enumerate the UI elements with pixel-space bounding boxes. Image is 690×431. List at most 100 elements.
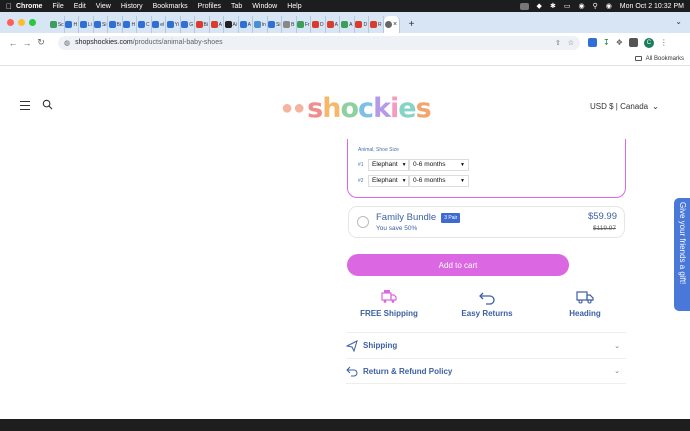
animal-select[interactable]: Elephant ▼ — [368, 158, 409, 171]
back-arrow-icon[interactable]: ← — [6, 38, 20, 48]
menu-app-name[interactable]: Chrome — [16, 3, 42, 10]
site-logo[interactable]: ●● shockies — [281, 92, 432, 124]
zoom-window-button[interactable] — [29, 19, 36, 26]
add-to-cart-button[interactable]: Add to cart — [347, 254, 569, 276]
family-bundle-title: Family Bundle 3 Pair — [376, 212, 461, 223]
reload-icon[interactable]: ↻ — [34, 37, 48, 48]
spotlight-icon[interactable]: ⚲ — [593, 2, 598, 10]
wifi-icon[interactable]: ◉ — [578, 2, 584, 10]
caret-down-icon: ▼ — [401, 177, 407, 184]
shoe-size-select[interactable]: 0-6 months ▼ — [409, 158, 469, 171]
dropbox-icon[interactable]: ◆ — [537, 2, 542, 10]
accordion-return-policy[interactable]: Return & Refund Policy ⌄ — [346, 358, 626, 384]
tab[interactable]: H — [123, 16, 137, 33]
tab-favicon-icon — [311, 21, 319, 28]
forward-arrow-icon[interactable]: → — [20, 38, 34, 48]
apple-icon[interactable]:  — [6, 2, 16, 11]
logo-wordmark: shockies — [307, 92, 432, 124]
tab-favicon-icon — [166, 21, 174, 28]
tab-favicon-icon — [181, 21, 189, 28]
currency-selector[interactable]: USD $ | Canada ⌄ — [590, 102, 659, 111]
family-bundle-label: Family Bundle — [376, 212, 437, 223]
side-panel-icon[interactable] — [628, 38, 638, 47]
tab[interactable]: A — [239, 16, 253, 33]
minimize-window-button[interactable] — [18, 19, 25, 26]
tab[interactable]: A — [326, 16, 340, 33]
all-bookmarks-link[interactable]: All Bookmarks — [646, 56, 684, 62]
search-icon[interactable] — [42, 99, 53, 110]
tab[interactable]: Yi — [166, 16, 181, 33]
bundle-radio[interactable] — [357, 216, 369, 228]
tab[interactable]: R — [369, 16, 384, 33]
download-icon[interactable]: ↧ — [603, 38, 610, 47]
site-info-icon[interactable]: ◍ — [64, 39, 70, 47]
bookmark-star-icon[interactable]: ☆ — [568, 39, 574, 47]
menu-edit[interactable]: Edit — [74, 3, 86, 10]
tab[interactable]: Li — [79, 16, 94, 33]
bundle-option-selected[interactable]: Animal, Shoe Size #1 Elephant ▼ 0-6 month… — [347, 139, 626, 198]
tab[interactable]: Bi — [108, 16, 123, 33]
profile-avatar[interactable]: C — [643, 37, 654, 48]
bluetooth-icon[interactable]: ✱ — [550, 2, 556, 10]
tab[interactable]: Si — [94, 16, 108, 33]
url-domain: shopshockies.com — [75, 39, 133, 46]
tab[interactable]: B — [282, 16, 297, 33]
menu-window[interactable]: Window — [252, 3, 277, 10]
extensions-puzzle-icon[interactable]: ❖ — [616, 38, 623, 47]
tab-active[interactable]: × — [383, 16, 400, 33]
bundle-row: #1 Elephant ▼ 0-6 months ▼ — [358, 158, 469, 171]
tab-close-icon[interactable]: × — [393, 21, 397, 28]
tab[interactable]: In — [253, 16, 268, 33]
return-arrow-icon — [479, 292, 495, 305]
family-bundle-option[interactable]: Family Bundle 3 Pair You save 50% $59.99… — [348, 206, 625, 238]
extension-icon[interactable] — [588, 38, 597, 47]
menu-help[interactable]: Help — [287, 3, 301, 10]
tab[interactable]: el — [152, 16, 166, 33]
bookmarks-bar: All Bookmarks — [0, 52, 690, 66]
caret-down-icon: ▼ — [460, 177, 465, 184]
control-center-icon[interactable]: ◉ — [606, 2, 612, 10]
bundle-price: $59.99 — [587, 211, 617, 222]
address-bar[interactable]: ◍ shopshockies.com/products/animal-baby-… — [58, 35, 580, 50]
share-icon[interactable]: ⇧ — [555, 39, 561, 47]
tab[interactable]: D — [355, 16, 369, 33]
shoe-size-select[interactable]: 0-6 months ▼ — [409, 174, 469, 187]
tab[interactable]: Ai — [224, 16, 239, 33]
tab-favicon-icon — [152, 21, 160, 28]
status-app-icon[interactable] — [519, 2, 529, 10]
tab[interactable]: Fr — [296, 16, 311, 33]
new-tab-button[interactable]: + — [404, 16, 420, 33]
feature-heading: Heading — [545, 288, 625, 318]
truck-icon — [576, 291, 594, 304]
toolbar-extensions: ↧ ❖ C ⋮ — [588, 37, 668, 48]
tab[interactable]: G — [181, 16, 195, 33]
tab[interactable]: Sc — [50, 16, 65, 33]
tab[interactable]: A — [340, 16, 355, 33]
hamburger-menu-icon[interactable] — [20, 101, 30, 113]
logo-letter: h — [322, 92, 341, 124]
animal-select[interactable]: Elephant ▼ — [368, 174, 409, 187]
battery-icon[interactable]: ▭ — [564, 2, 571, 10]
tab[interactable]: A — [210, 16, 224, 33]
tab-strip: Sc H Li Si Bi H C el Yi G Bi A Ai A In S… — [0, 12, 690, 33]
tab[interactable]: Bi — [195, 16, 210, 33]
menu-history[interactable]: History — [121, 3, 143, 10]
menu-clock[interactable]: Mon Oct 2 10:32 PM — [620, 3, 684, 10]
url-path: /products/animal-baby-shoes — [132, 39, 223, 46]
menu-tab[interactable]: Tab — [231, 3, 242, 10]
tab[interactable]: C — [137, 16, 152, 33]
tab[interactable]: H — [65, 16, 79, 33]
tab-search-chevron-icon[interactable]: ⌄ — [675, 17, 682, 26]
menu-file[interactable]: File — [52, 3, 63, 10]
gift-referral-tab[interactable]: Give your friends a gift! — [674, 198, 690, 311]
kebab-menu-icon[interactable]: ⋮ — [660, 38, 668, 47]
omnibox-actions: ⇧ ☆ — [555, 39, 574, 47]
tab-favicon-icon — [384, 21, 392, 28]
menu-bookmarks[interactable]: Bookmarks — [153, 3, 188, 10]
tab[interactable]: D — [311, 16, 326, 33]
menu-profiles[interactable]: Profiles — [198, 3, 221, 10]
tab[interactable]: Si — [268, 16, 282, 33]
menu-view[interactable]: View — [96, 3, 111, 10]
close-window-button[interactable] — [7, 19, 14, 26]
accordion-shipping[interactable]: Shipping ⌄ — [346, 332, 626, 358]
